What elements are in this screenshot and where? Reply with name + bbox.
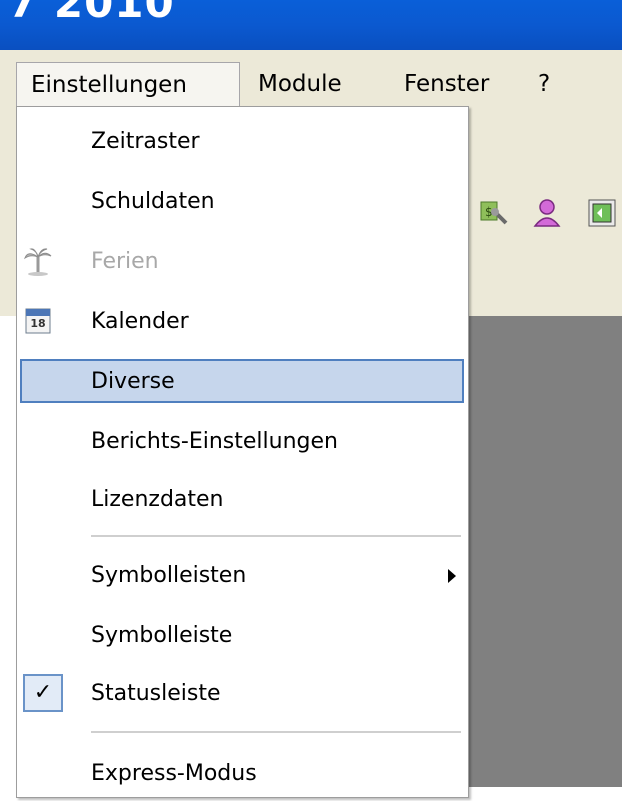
checkmark-icon: ✓	[23, 674, 63, 712]
checkmark-glyph: ✓	[33, 680, 53, 705]
menu-separator	[91, 731, 461, 733]
menu-item-symbolleiste[interactable]: Symbolleiste	[17, 609, 468, 663]
menu-item-schuldaten[interactable]: Schuldaten	[17, 175, 468, 229]
user-icon[interactable]	[532, 198, 562, 228]
menu-item-ferien: Ferien	[17, 235, 468, 289]
menu-item-statusleiste[interactable]: ✓ Statusleiste	[17, 667, 468, 721]
menu-item-label: Zeitraster	[91, 129, 200, 154]
menu-item-kalender[interactable]: 18 Kalender	[17, 295, 468, 349]
menu-item-zeitraster[interactable]: Zeitraster	[17, 115, 468, 169]
menu-item-label: Ferien	[91, 249, 159, 274]
menu-item-label: Symbolleisten	[91, 563, 247, 588]
menu-item-symbolleisten[interactable]: Symbolleisten	[17, 549, 468, 603]
menu-item-label: Kalender	[91, 309, 189, 334]
window-title: 7 2010	[8, 0, 175, 27]
menu-item-express-modus[interactable]: Express-Modus	[17, 747, 468, 801]
menu-help[interactable]: ?	[524, 62, 564, 106]
menu-einstellungen[interactable]: Einstellungen	[16, 62, 240, 106]
menu-item-label: Symbolleiste	[91, 623, 233, 648]
calendar-icon: 18	[23, 306, 53, 336]
palm-tree-icon	[23, 248, 52, 276]
menu-item-berichts-einstellungen[interactable]: Berichts-Einstellungen	[17, 415, 468, 469]
calendar-icon-text: 18	[30, 317, 46, 330]
menu-fenster[interactable]: Fenster	[390, 62, 503, 106]
workspace-area	[465, 316, 622, 787]
title-bar: 7 2010	[0, 0, 622, 50]
submenu-arrow-icon	[448, 569, 456, 583]
document-icon[interactable]	[587, 198, 617, 228]
menu-module[interactable]: Module	[244, 62, 356, 106]
menu-item-label: Lizenzdaten	[91, 487, 224, 512]
einstellungen-dropdown: Zeitraster Schuldaten Ferien 18 Kalender…	[16, 106, 469, 798]
menu-item-label: Statusleiste	[91, 681, 221, 706]
menu-separator	[91, 535, 461, 537]
menu-item-label: Schuldaten	[91, 189, 215, 214]
menu-item-lizenzdaten[interactable]: Lizenzdaten	[17, 473, 468, 527]
menu-item-label: Express-Modus	[91, 761, 257, 786]
menu-item-label: Diverse	[91, 369, 175, 394]
menu-item-highlight	[20, 359, 464, 403]
menu-item-diverse[interactable]: Diverse	[17, 355, 468, 409]
menu-item-label: Berichts-Einstellungen	[91, 429, 338, 454]
tools-icon[interactable]: $	[480, 198, 510, 228]
